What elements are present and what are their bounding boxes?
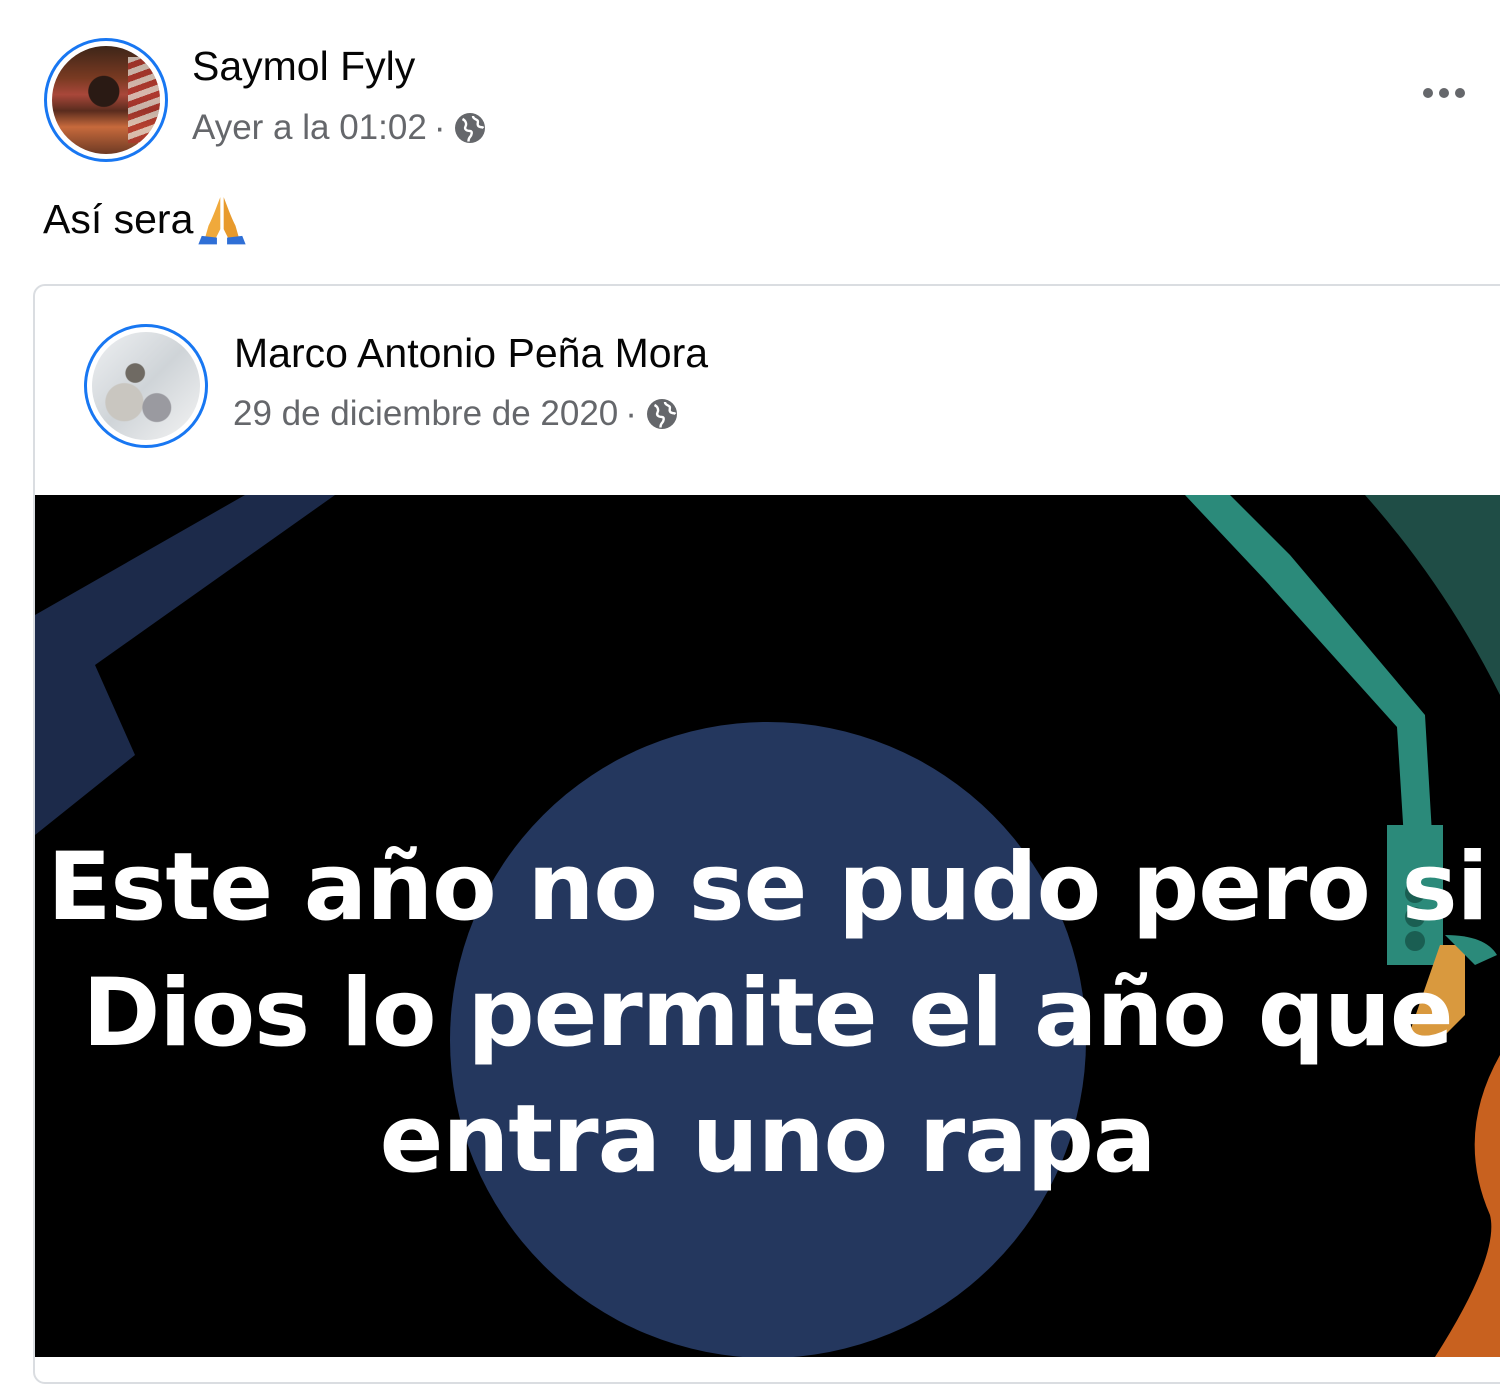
more-dot — [1423, 88, 1433, 98]
author-name[interactable]: Saymol Fyly — [192, 43, 415, 90]
image-caption: Este año no se pudo pero si Dios lo perm… — [35, 825, 1500, 1203]
shared-author-name[interactable]: Marco Antonio Peña Mora — [234, 330, 708, 377]
caption-line: entra uno rapa — [379, 1085, 1157, 1194]
post-body-text: Así sera — [43, 195, 194, 242]
more-dot — [1455, 88, 1465, 98]
post-text: Así sera — [43, 192, 249, 246]
more-options-button[interactable] — [1412, 76, 1476, 110]
author-avatar[interactable] — [44, 38, 168, 162]
globe-icon[interactable] — [644, 396, 680, 432]
meta-separator: · — [625, 394, 637, 433]
caption-line: Dios lo permite el año que — [82, 959, 1453, 1068]
shared-author-avatar[interactable] — [84, 324, 208, 448]
folded-hands-emoji-icon — [198, 197, 247, 245]
shared-post-image[interactable]: Este año no se pudo pero si Dios lo perm… — [35, 495, 1500, 1357]
globe-icon[interactable] — [452, 110, 488, 146]
post-meta: Ayer a la 01:02 · — [192, 108, 488, 148]
caption-line: Este año no se pudo pero si — [47, 833, 1489, 942]
post-timestamp[interactable]: Ayer a la 01:02 — [192, 108, 427, 148]
shared-post-timestamp[interactable]: 29 de diciembre de 2020 — [233, 394, 618, 434]
shared-post-meta: 29 de diciembre de 2020 · — [233, 394, 680, 434]
meta-separator: · — [433, 108, 446, 147]
more-dot — [1439, 88, 1449, 98]
